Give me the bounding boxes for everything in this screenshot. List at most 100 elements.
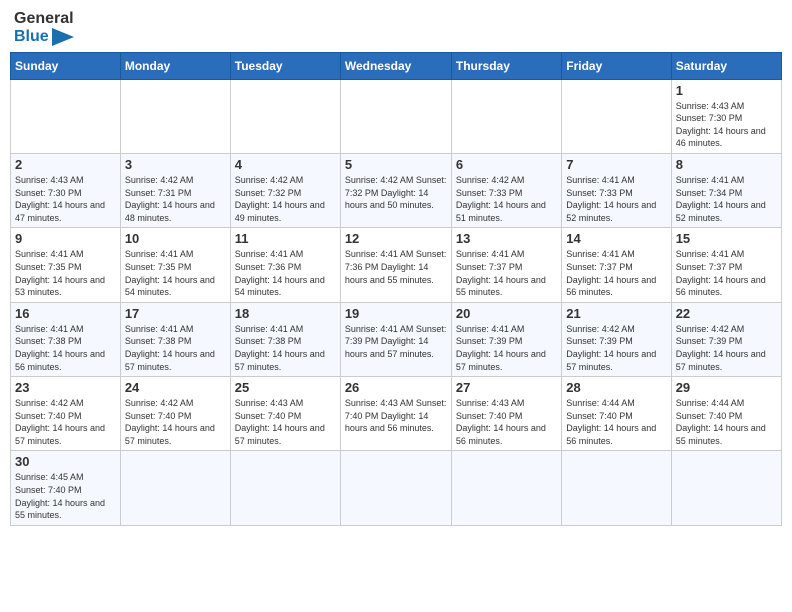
logo-container: General Blue <box>14 10 74 46</box>
day-number: 21 <box>566 306 666 321</box>
calendar-cell <box>671 451 781 525</box>
day-number: 29 <box>676 380 777 395</box>
page-header: General Blue <box>10 10 782 46</box>
weekday-header-wednesday: Wednesday <box>340 52 451 79</box>
weekday-header-monday: Monday <box>120 52 230 79</box>
day-info: Sunrise: 4:42 AM Sunset: 7:40 PM Dayligh… <box>15 397 116 447</box>
calendar-cell <box>230 79 340 153</box>
day-number: 5 <box>345 157 447 172</box>
day-info: Sunrise: 4:43 AM Sunset: 7:40 PM Dayligh… <box>235 397 336 447</box>
weekday-header-tuesday: Tuesday <box>230 52 340 79</box>
calendar-cell: 13 Sunrise: 4:41 AM Sunset: 7:37 PM Dayli… <box>451 228 561 302</box>
calendar-cell: 28 Sunrise: 4:44 AM Sunset: 7:40 PM Dayli… <box>562 377 671 451</box>
calendar-cell: 9 Sunrise: 4:41 AM Sunset: 7:35 PM Daylig… <box>11 228 121 302</box>
calendar-week-row: 2Sunrise: 4:43 AM Sunset: 7:30 PM Daylig… <box>11 153 782 227</box>
calendar-week-row: 23 Sunrise: 4:42 AM Sunset: 7:40 PM Dayli… <box>11 377 782 451</box>
day-number: 18 <box>235 306 336 321</box>
calendar-cell: 30Sunrise: 4:45 AM Sunset: 7:40 PM Dayli… <box>11 451 121 525</box>
day-info: Sunrise: 4:41 AM Sunset: 7:37 PM Dayligh… <box>456 248 557 298</box>
day-info: Sunrise: 4:41 AM Sunset: 7:38 PM Dayligh… <box>125 323 226 373</box>
day-info: Sunrise: 4:44 AM Sunset: 7:40 PM Dayligh… <box>566 397 666 447</box>
day-info: Sunrise: 4:42 AM Sunset: 7:39 PM Dayligh… <box>676 323 777 373</box>
day-number: 23 <box>15 380 116 395</box>
calendar-week-row: 1Sunrise: 4:43 AM Sunset: 7:30 PM Daylig… <box>11 79 782 153</box>
calendar-cell <box>120 79 230 153</box>
weekday-header-friday: Friday <box>562 52 671 79</box>
day-number: 14 <box>566 231 666 246</box>
calendar-cell: 8Sunrise: 4:41 AM Sunset: 7:34 PM Daylig… <box>671 153 781 227</box>
calendar-cell: 6Sunrise: 4:42 AM Sunset: 7:33 PM Daylig… <box>451 153 561 227</box>
day-info: Sunrise: 4:43 AM Sunset: 7:40 PM Dayligh… <box>345 397 447 435</box>
day-info: Sunrise: 4:43 AM Sunset: 7:40 PM Dayligh… <box>456 397 557 447</box>
day-info: Sunrise: 4:41 AM Sunset: 7:38 PM Dayligh… <box>15 323 116 373</box>
day-number: 22 <box>676 306 777 321</box>
logo-triangle-icon <box>52 28 74 46</box>
day-number: 17 <box>125 306 226 321</box>
day-number: 6 <box>456 157 557 172</box>
day-info: Sunrise: 4:42 AM Sunset: 7:32 PM Dayligh… <box>235 174 336 224</box>
weekday-header-saturday: Saturday <box>671 52 781 79</box>
day-info: Sunrise: 4:42 AM Sunset: 7:40 PM Dayligh… <box>125 397 226 447</box>
calendar-cell: 29Sunrise: 4:44 AM Sunset: 7:40 PM Dayli… <box>671 377 781 451</box>
calendar-cell: 1Sunrise: 4:43 AM Sunset: 7:30 PM Daylig… <box>671 79 781 153</box>
calendar-cell: 24 Sunrise: 4:42 AM Sunset: 7:40 PM Dayli… <box>120 377 230 451</box>
calendar-cell: 10 Sunrise: 4:41 AM Sunset: 7:35 PM Dayli… <box>120 228 230 302</box>
calendar-cell: 12 Sunrise: 4:41 AM Sunset: 7:36 PM Dayli… <box>340 228 451 302</box>
day-number: 27 <box>456 380 557 395</box>
day-info: Sunrise: 4:41 AM Sunset: 7:37 PM Dayligh… <box>566 248 666 298</box>
day-number: 16 <box>15 306 116 321</box>
day-number: 30 <box>15 454 116 469</box>
logo: General Blue <box>14 10 74 46</box>
logo-general: General <box>14 10 74 28</box>
calendar-cell <box>562 79 671 153</box>
day-number: 7 <box>566 157 666 172</box>
day-number: 10 <box>125 231 226 246</box>
calendar-cell: 17 Sunrise: 4:41 AM Sunset: 7:38 PM Dayli… <box>120 302 230 376</box>
day-info: Sunrise: 4:41 AM Sunset: 7:35 PM Dayligh… <box>125 248 226 298</box>
day-number: 8 <box>676 157 777 172</box>
day-number: 25 <box>235 380 336 395</box>
day-info: Sunrise: 4:41 AM Sunset: 7:39 PM Dayligh… <box>345 323 447 361</box>
calendar-week-row: 30Sunrise: 4:45 AM Sunset: 7:40 PM Dayli… <box>11 451 782 525</box>
calendar-cell <box>120 451 230 525</box>
calendar-cell: 14 Sunrise: 4:41 AM Sunset: 7:37 PM Dayli… <box>562 228 671 302</box>
day-number: 12 <box>345 231 447 246</box>
calendar-cell <box>340 79 451 153</box>
day-info: Sunrise: 4:42 AM Sunset: 7:39 PM Dayligh… <box>566 323 666 373</box>
day-number: 13 <box>456 231 557 246</box>
weekday-header-row: SundayMondayTuesdayWednesdayThursdayFrid… <box>11 52 782 79</box>
calendar-cell: 19Sunrise: 4:41 AM Sunset: 7:39 PM Dayli… <box>340 302 451 376</box>
day-info: Sunrise: 4:41 AM Sunset: 7:35 PM Dayligh… <box>15 248 116 298</box>
day-info: Sunrise: 4:41 AM Sunset: 7:33 PM Dayligh… <box>566 174 666 224</box>
calendar-cell: 3Sunrise: 4:42 AM Sunset: 7:31 PM Daylig… <box>120 153 230 227</box>
calendar-week-row: 16 Sunrise: 4:41 AM Sunset: 7:38 PM Dayli… <box>11 302 782 376</box>
day-number: 28 <box>566 380 666 395</box>
calendar-cell: 27 Sunrise: 4:43 AM Sunset: 7:40 PM Dayli… <box>451 377 561 451</box>
day-number: 15 <box>676 231 777 246</box>
calendar-cell <box>11 79 121 153</box>
calendar-cell: 26 Sunrise: 4:43 AM Sunset: 7:40 PM Dayli… <box>340 377 451 451</box>
calendar-week-row: 9 Sunrise: 4:41 AM Sunset: 7:35 PM Daylig… <box>11 228 782 302</box>
day-number: 26 <box>345 380 447 395</box>
day-info: Sunrise: 4:41 AM Sunset: 7:38 PM Dayligh… <box>235 323 336 373</box>
calendar-cell: 11 Sunrise: 4:41 AM Sunset: 7:36 PM Dayli… <box>230 228 340 302</box>
weekday-header-sunday: Sunday <box>11 52 121 79</box>
calendar-cell: 4 Sunrise: 4:42 AM Sunset: 7:32 PM Daylig… <box>230 153 340 227</box>
calendar-cell <box>562 451 671 525</box>
day-number: 3 <box>125 157 226 172</box>
calendar-cell: 7 Sunrise: 4:41 AM Sunset: 7:33 PM Daylig… <box>562 153 671 227</box>
day-info: Sunrise: 4:41 AM Sunset: 7:36 PM Dayligh… <box>235 248 336 298</box>
day-number: 4 <box>235 157 336 172</box>
calendar-cell: 23 Sunrise: 4:42 AM Sunset: 7:40 PM Dayli… <box>11 377 121 451</box>
calendar-cell: 5Sunrise: 4:42 AM Sunset: 7:32 PM Daylig… <box>340 153 451 227</box>
calendar-cell: 20 Sunrise: 4:41 AM Sunset: 7:39 PM Dayli… <box>451 302 561 376</box>
calendar-cell: 16 Sunrise: 4:41 AM Sunset: 7:38 PM Dayli… <box>11 302 121 376</box>
day-info: Sunrise: 4:41 AM Sunset: 7:36 PM Dayligh… <box>345 248 447 286</box>
day-number: 20 <box>456 306 557 321</box>
calendar-cell: 2Sunrise: 4:43 AM Sunset: 7:30 PM Daylig… <box>11 153 121 227</box>
day-number: 9 <box>15 231 116 246</box>
calendar-cell <box>340 451 451 525</box>
day-info: Sunrise: 4:41 AM Sunset: 7:39 PM Dayligh… <box>456 323 557 373</box>
day-number: 24 <box>125 380 226 395</box>
day-number: 11 <box>235 231 336 246</box>
